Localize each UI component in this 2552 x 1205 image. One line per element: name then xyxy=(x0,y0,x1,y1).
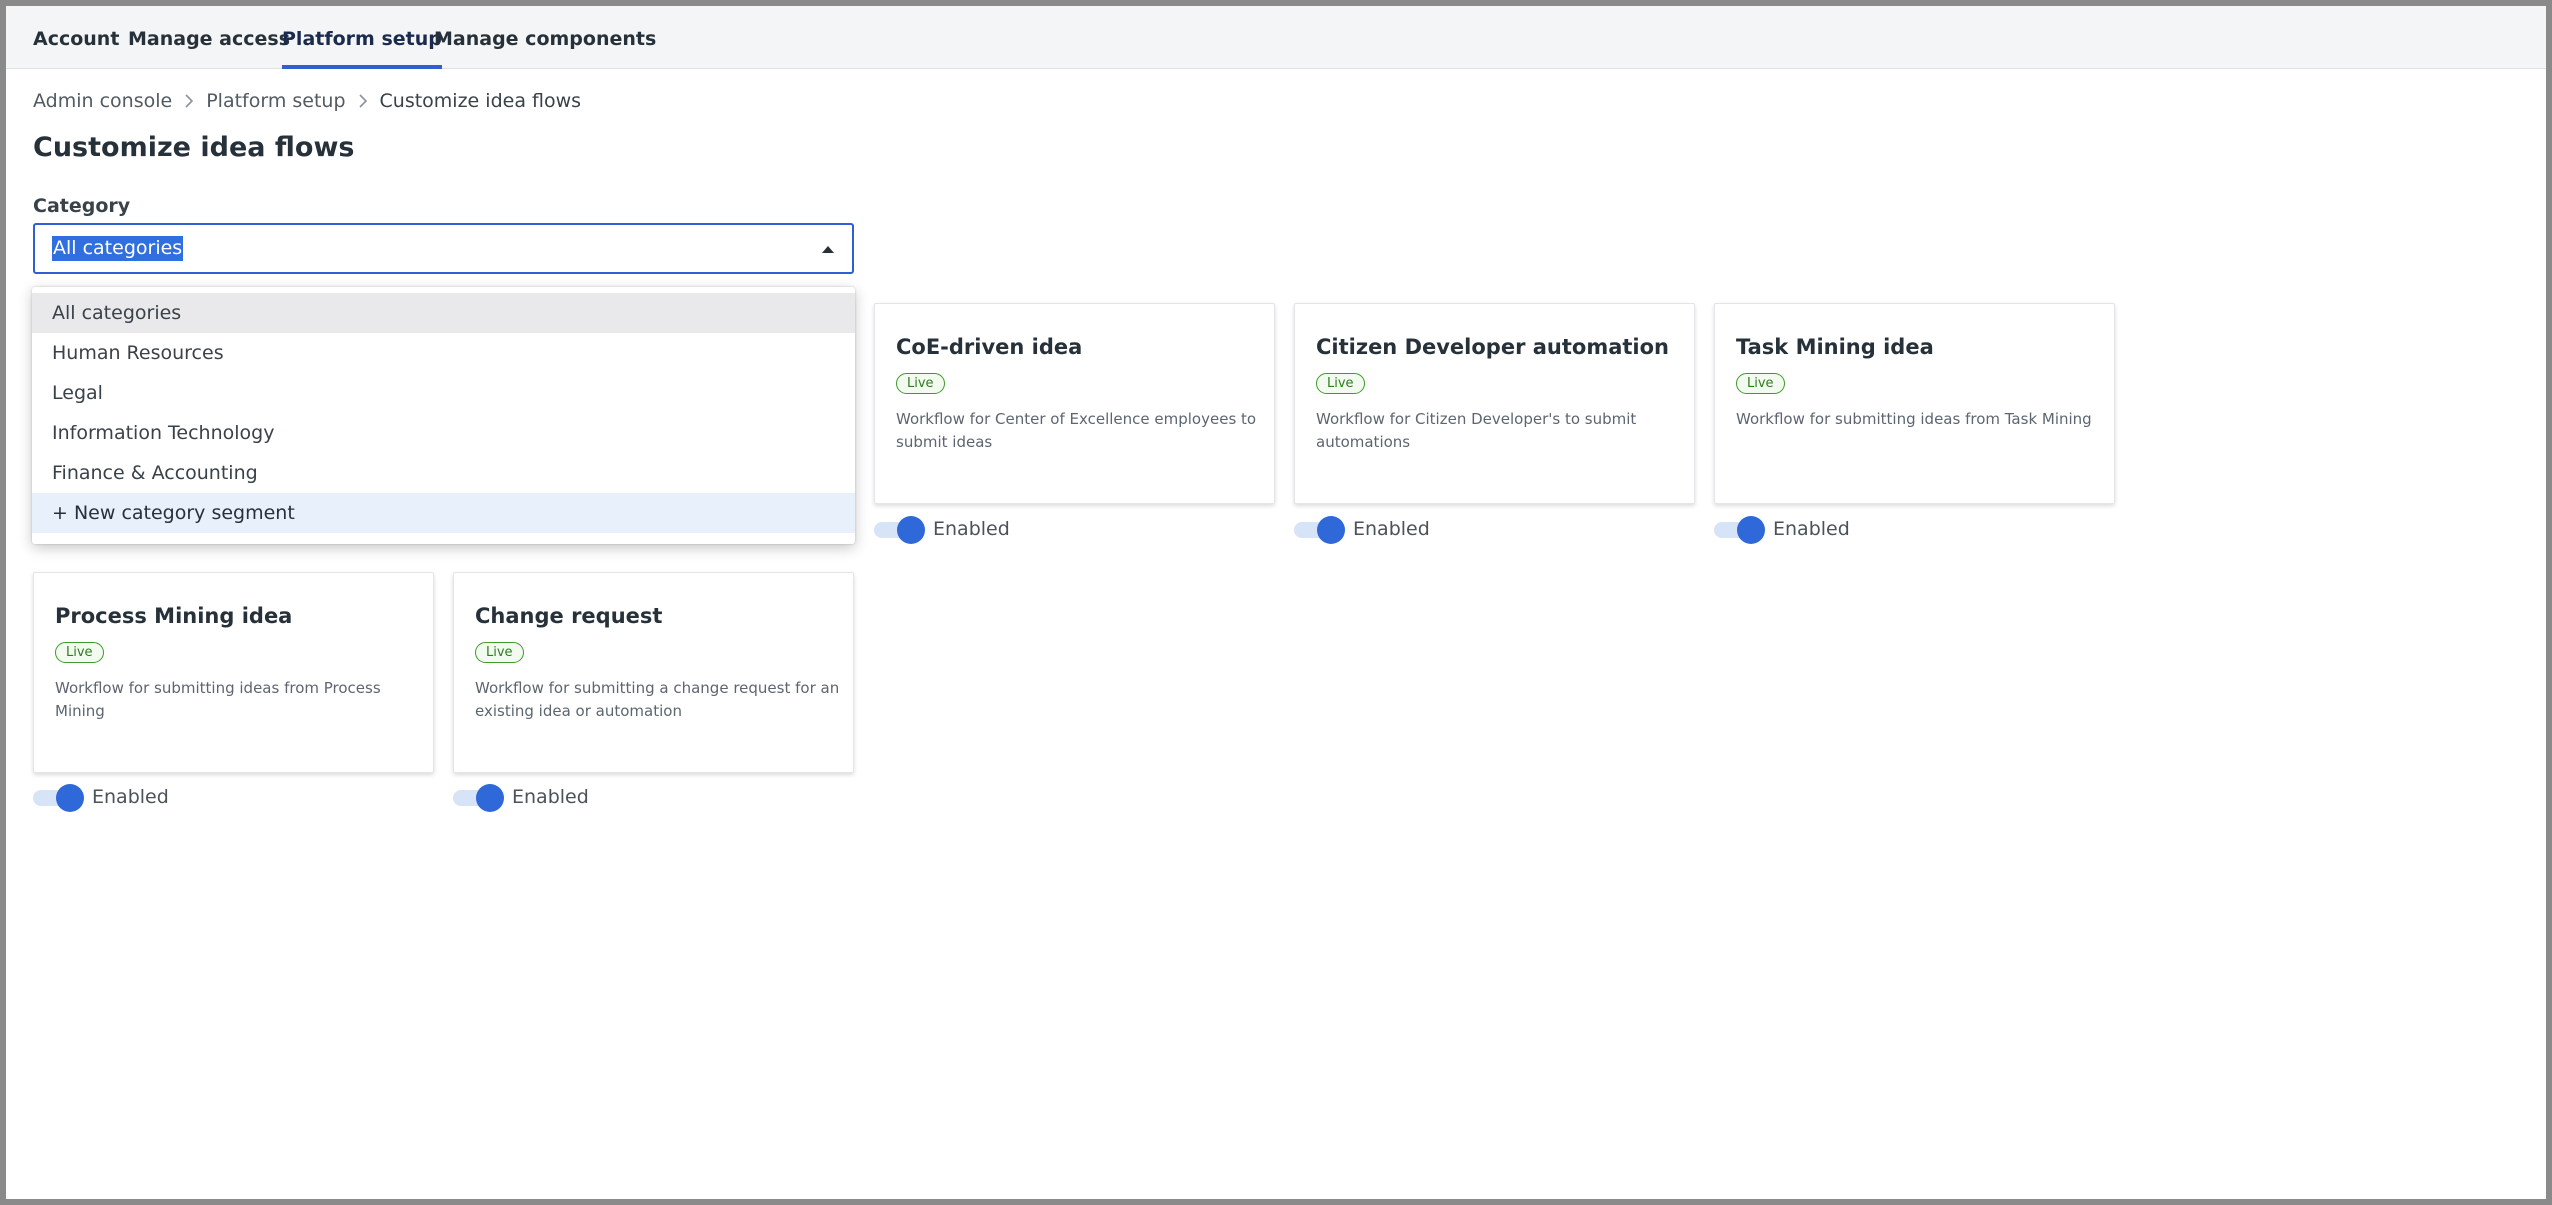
card-title: Process Mining idea xyxy=(55,604,293,628)
category-select-value[interactable]: All categories xyxy=(52,236,184,261)
category-select[interactable]: All categories xyxy=(33,223,854,274)
card-title: Task Mining idea xyxy=(1736,335,1934,359)
app-window: Account Manage access Platform setup Man… xyxy=(6,6,2546,1199)
toggle-switch[interactable] xyxy=(453,784,504,812)
chevron-right-icon xyxy=(346,90,380,112)
toggle-label: Enabled xyxy=(512,786,589,808)
tab-platform-setup[interactable]: Platform setup xyxy=(282,6,442,69)
option-all-categories[interactable]: All categories xyxy=(32,293,855,333)
toggle-label: Enabled xyxy=(1773,518,1850,540)
toggle-label: Enabled xyxy=(933,518,1010,540)
option-finance-accounting[interactable]: Finance & Accounting xyxy=(32,453,855,493)
enabled-toggle[interactable]: Enabled xyxy=(1294,514,1454,546)
card-description: Workflow for submitting ideas from Task … xyxy=(1736,410,2092,428)
idea-flow-card[interactable]: Process Mining idea Live Workflow for su… xyxy=(33,572,434,773)
top-navigation: Account Manage access Platform setup Man… xyxy=(6,6,2546,69)
card-description: Workflow for Center of Excellence employ… xyxy=(896,410,1257,451)
toggle-label: Enabled xyxy=(92,786,169,808)
option-legal[interactable]: Legal xyxy=(32,373,855,413)
enabled-toggle[interactable]: Enabled xyxy=(33,782,193,814)
card-title: CoE-driven idea xyxy=(896,335,1083,359)
breadcrumb-admin-console[interactable]: Admin console xyxy=(33,90,172,112)
card-title: Change request xyxy=(475,604,663,628)
breadcrumb-current: Customize idea flows xyxy=(379,89,582,112)
idea-flow-card[interactable]: Task Mining idea Live Workflow for submi… xyxy=(1714,303,2115,504)
idea-flow-card[interactable]: Citizen Developer automation Live Workfl… xyxy=(1294,303,1695,504)
enabled-toggle[interactable]: Enabled xyxy=(1714,514,1874,546)
tab-manage-access[interactable]: Manage access xyxy=(128,6,290,69)
card-description: Workflow for submitting ideas from Proce… xyxy=(55,679,381,720)
toggle-switch[interactable] xyxy=(874,516,925,544)
toggle-switch[interactable] xyxy=(1714,516,1765,544)
option-human-resources[interactable]: Human Resources xyxy=(32,333,855,373)
card-description: Workflow for submitting a change request… xyxy=(475,679,840,720)
option-information-technology[interactable]: Information Technology xyxy=(32,413,855,453)
status-badge: Live xyxy=(1316,373,1365,394)
tab-manage-components[interactable]: Manage components xyxy=(434,6,656,69)
status-badge: Live xyxy=(1736,373,1785,394)
breadcrumb: Admin console Platform setup Customize ide… xyxy=(33,89,581,117)
category-label: Category xyxy=(33,195,131,217)
idea-flow-card[interactable]: Change request Live Workflow for submitt… xyxy=(453,572,854,773)
new-category-segment-button[interactable]: + New category segment xyxy=(32,493,855,533)
breadcrumb-platform-setup[interactable]: Platform setup xyxy=(206,90,345,112)
enabled-toggle[interactable]: Enabled xyxy=(874,514,1034,546)
toggle-switch[interactable] xyxy=(33,784,84,812)
card-title: Citizen Developer automation xyxy=(1316,335,1670,359)
toggle-switch[interactable] xyxy=(1294,516,1345,544)
card-description: Workflow for Citizen Developer's to subm… xyxy=(1316,410,1637,451)
tab-account[interactable]: Account xyxy=(33,6,119,69)
category-dropdown-menu: All categories Human Resources Legal Inf… xyxy=(32,287,855,544)
status-badge: Live xyxy=(55,642,104,663)
toggle-label: Enabled xyxy=(1353,518,1430,540)
caret-up-icon xyxy=(822,246,834,253)
idea-flow-card[interactable]: CoE-driven idea Live Workflow for Center… xyxy=(874,303,1275,504)
chevron-right-icon xyxy=(172,90,206,112)
status-badge: Live xyxy=(896,373,945,394)
page-title: Customize idea flows xyxy=(33,132,355,163)
enabled-toggle[interactable]: Enabled xyxy=(453,782,613,814)
status-badge: Live xyxy=(475,642,524,663)
